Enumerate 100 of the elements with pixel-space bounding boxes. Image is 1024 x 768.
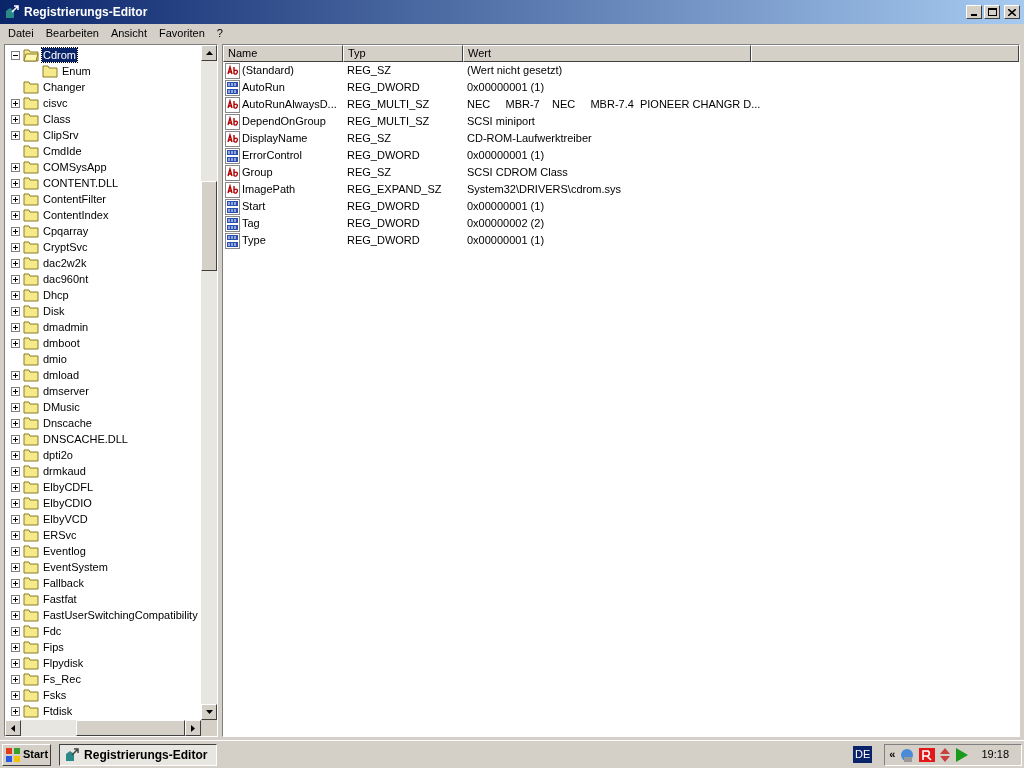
tree-item[interactable]: dac2w2k	[42, 256, 88, 270]
value-name[interactable]: Tag	[242, 215, 260, 232]
expand-icon[interactable]	[11, 594, 20, 604]
tree-item[interactable]: ERSvc	[42, 528, 78, 542]
expand-icon[interactable]	[11, 98, 20, 108]
menu-item[interactable]: Ansicht	[104, 24, 153, 42]
scroll-thumb[interactable]	[201, 181, 217, 271]
language-indicator[interactable]: DE	[853, 746, 873, 763]
value-name[interactable]: DisplayName	[242, 130, 308, 147]
expand-icon[interactable]	[11, 226, 20, 236]
minimize-button[interactable]	[966, 5, 982, 19]
expand-icon[interactable]	[11, 162, 20, 172]
column-header[interactable]: Wert	[463, 45, 751, 62]
expand-icon[interactable]	[11, 194, 20, 204]
expand-icon[interactable]	[11, 706, 20, 716]
tree-item[interactable]: FastUserSwitchingCompatibility	[42, 608, 199, 622]
expand-icon[interactable]	[11, 466, 20, 476]
tree-item[interactable]: Cdrom	[42, 48, 77, 62]
tree-item[interactable]: Changer	[42, 80, 87, 94]
tree-item[interactable]: Fallback	[42, 576, 85, 590]
menu-item[interactable]: Bearbeiten	[39, 24, 105, 42]
tree-item[interactable]: Eventlog	[42, 544, 87, 558]
expand-icon[interactable]	[11, 546, 20, 556]
expand-icon[interactable]	[11, 610, 20, 620]
tree-item[interactable]: ContentFilter	[42, 192, 107, 206]
tree-item[interactable]: cisvc	[42, 96, 69, 110]
tree-item[interactable]: ClipSrv	[42, 128, 80, 142]
close-button[interactable]	[1004, 5, 1020, 19]
menu-item[interactable]: ?	[210, 24, 229, 42]
expand-icon[interactable]	[11, 370, 20, 380]
tree-item[interactable]: Ftdisk	[42, 704, 74, 718]
value-name[interactable]: AutoRun	[242, 79, 285, 96]
tree-item[interactable]: dmadmin	[42, 320, 90, 334]
tree-item[interactable]: Fs_Rec	[42, 672, 82, 686]
tree-item[interactable]: CmdIde	[42, 144, 83, 158]
expand-icon[interactable]	[11, 338, 20, 348]
value-name[interactable]: AutoRunAlwaysD...	[242, 96, 337, 113]
tree-item[interactable]: CONTENT.DLL	[42, 176, 120, 190]
expand-icon[interactable]	[11, 386, 20, 396]
expand-icon[interactable]	[11, 530, 20, 540]
expand-icon[interactable]	[11, 578, 20, 588]
column-header[interactable]: Name	[223, 45, 343, 62]
expand-icon[interactable]	[11, 498, 20, 508]
value-name[interactable]: ErrorControl	[242, 147, 302, 164]
expand-icon[interactable]	[11, 114, 20, 124]
tree-item[interactable]: Flpydisk	[42, 656, 85, 670]
tree-item[interactable]: CryptSvc	[42, 240, 89, 254]
tree-item[interactable]: dpti2o	[42, 448, 74, 462]
tree-item[interactable]: DNSCACHE.DLL	[42, 432, 129, 446]
start-button[interactable]: Start	[2, 743, 52, 766]
tree-item[interactable]: COMSysApp	[42, 160, 108, 174]
value-name[interactable]: Type	[242, 232, 266, 249]
scroll-thumb[interactable]	[75, 720, 186, 736]
tree-item[interactable]: Dhcp	[42, 288, 70, 302]
tree-item[interactable]: Cpqarray	[42, 224, 90, 238]
maximize-button[interactable]	[984, 5, 1000, 19]
expand-icon[interactable]	[11, 178, 20, 188]
value-name[interactable]: DependOnGroup	[242, 113, 326, 130]
expand-icon[interactable]	[11, 482, 20, 492]
tree-item[interactable]: dmserver	[42, 384, 90, 398]
expand-icon[interactable]	[11, 562, 20, 572]
up-down-arrows-icon[interactable]	[939, 746, 952, 763]
expand-icon[interactable]	[11, 690, 20, 700]
expand-icon[interactable]	[11, 322, 20, 332]
tree-item[interactable]: ElbyVCD	[42, 512, 89, 526]
expand-icon[interactable]	[11, 274, 20, 284]
expand-icon[interactable]	[11, 306, 20, 316]
value-name[interactable]: Start	[242, 198, 266, 215]
value-name[interactable]: (Standard)	[242, 62, 294, 79]
tree-item[interactable]: Enum	[61, 64, 92, 78]
tree-item[interactable]: dmio	[42, 352, 68, 366]
expand-icon[interactable]	[11, 450, 20, 460]
tree-item[interactable]: Fsks	[42, 688, 68, 702]
antivirus-icon[interactable]	[919, 746, 936, 763]
tree-item[interactable]: drmkaud	[42, 464, 87, 478]
tree-item[interactable]: ElbyCDIO	[42, 496, 93, 510]
expand-icon[interactable]	[11, 210, 20, 220]
expand-icon[interactable]	[11, 290, 20, 300]
tree-item[interactable]: Fips	[42, 640, 65, 654]
expand-icon[interactable]	[11, 642, 20, 652]
vertical-scrollbar[interactable]	[201, 45, 217, 720]
tree-item[interactable]: Disk	[42, 304, 66, 318]
tree-item[interactable]: Class	[42, 112, 72, 126]
menu-item[interactable]: Favoriten	[153, 24, 211, 42]
expand-icon[interactable]	[11, 434, 20, 444]
expand-icon[interactable]	[11, 130, 20, 140]
show-hidden-icons-button[interactable]: «	[889, 746, 896, 763]
expand-icon[interactable]	[11, 658, 20, 668]
expand-icon[interactable]	[11, 402, 20, 412]
tree-item[interactable]: DMusic	[42, 400, 81, 414]
column-header[interactable]: Typ	[343, 45, 463, 62]
tree-item[interactable]: Dnscache	[42, 416, 93, 430]
tree-item[interactable]: dmboot	[42, 336, 81, 350]
expand-icon[interactable]	[11, 626, 20, 636]
taskbar-button[interactable]: Registrierungs-Editor	[59, 743, 218, 766]
tree-item[interactable]: Fastfat	[42, 592, 78, 606]
tree-item[interactable]: EventSystem	[42, 560, 109, 574]
tree-item[interactable]: Fdc	[42, 624, 63, 638]
expand-icon[interactable]	[11, 674, 20, 684]
tree-item[interactable]: ContentIndex	[42, 208, 110, 222]
